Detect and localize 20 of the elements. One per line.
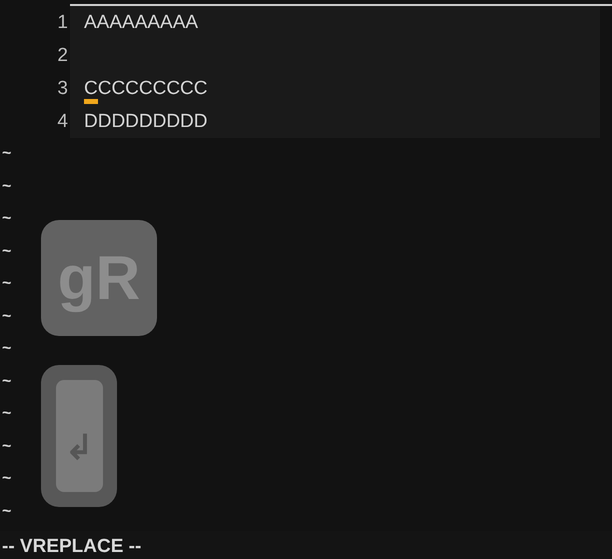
empty-line-marker: ~ [2,244,12,260]
empty-line-marker: ~ [2,146,12,162]
empty-line-marker: ~ [2,471,12,487]
line-number: 4 [0,105,70,138]
empty-line-marker: ~ [2,374,12,390]
code-line: AAAAAAAAA [83,11,198,35]
empty-line-marker: ~ [2,504,12,520]
empty-line-marker: ~ [2,211,12,227]
code-line: DDDDDDDDD [83,110,208,134]
empty-line-marker: ~ [2,341,12,357]
empty-line-marker: ~ [2,308,12,324]
line-number: 1 [0,6,70,39]
empty-line-marker: ~ [2,406,12,422]
code-line: CCCCCCCCC [70,72,208,105]
empty-line-marker: ~ [2,178,12,194]
empty-line-marker: ~ [2,276,12,292]
line-number: 3 [0,72,70,105]
empty-line-marker: ~ [2,438,12,454]
line-number: 2 [0,39,70,72]
enter-key: ↲ [41,365,117,507]
